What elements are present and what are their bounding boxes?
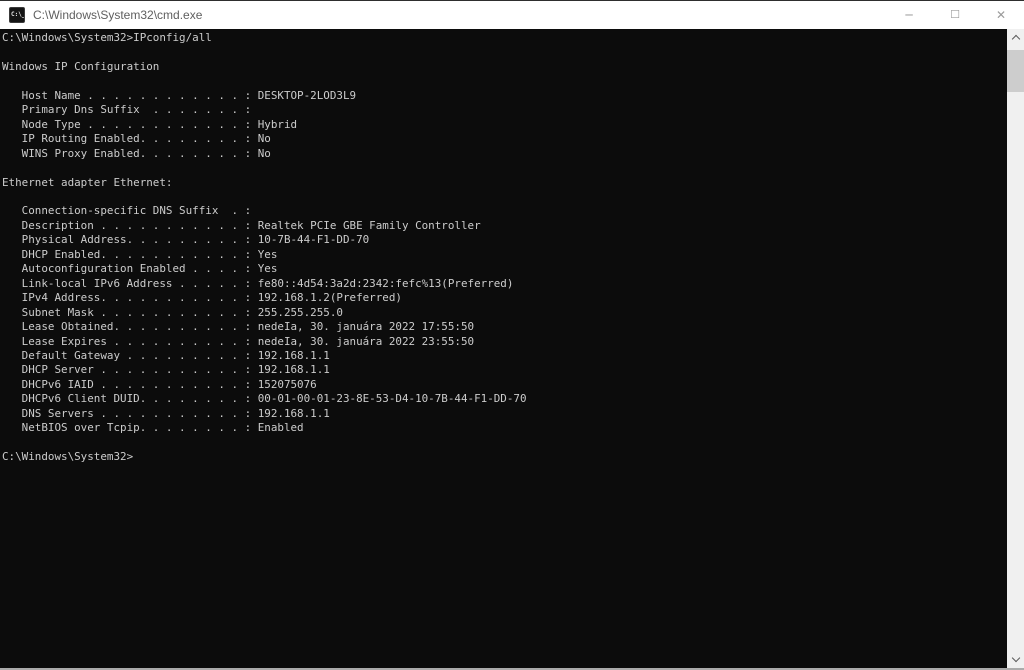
maximize-button[interactable]: ☐ bbox=[932, 1, 978, 29]
console-output[interactable]: C:\Windows\System32>IPconfig/all Windows… bbox=[0, 29, 1007, 668]
scroll-up-button[interactable] bbox=[1007, 29, 1024, 46]
scroll-down-button[interactable] bbox=[1007, 651, 1024, 668]
chevron-down-icon bbox=[1011, 654, 1019, 662]
scrollbar[interactable] bbox=[1007, 29, 1024, 668]
close-icon: ✕ bbox=[996, 9, 1006, 21]
cmd-app-icon-text: C:\_ bbox=[10, 12, 25, 18]
maximize-icon: ☐ bbox=[950, 9, 960, 20]
titlebar[interactable]: C:\_ C:\Windows\System32\cmd.exe ─ ☐ ✕ bbox=[0, 1, 1024, 29]
window-controls: ─ ☐ ✕ bbox=[886, 1, 1024, 29]
console: C:\Windows\System32>IPconfig/all Windows… bbox=[0, 29, 1024, 668]
minimize-button[interactable]: ─ bbox=[886, 1, 932, 29]
window-title: C:\Windows\System32\cmd.exe bbox=[33, 8, 202, 22]
cmd-window: C:\_ C:\Windows\System32\cmd.exe ─ ☐ ✕ C… bbox=[0, 0, 1024, 670]
scrollbar-thumb[interactable] bbox=[1007, 50, 1024, 92]
cmd-app-icon[interactable]: C:\_ bbox=[9, 7, 25, 23]
chevron-up-icon bbox=[1011, 35, 1019, 43]
close-button[interactable]: ✕ bbox=[978, 1, 1024, 29]
minimize-icon: ─ bbox=[905, 9, 912, 21]
